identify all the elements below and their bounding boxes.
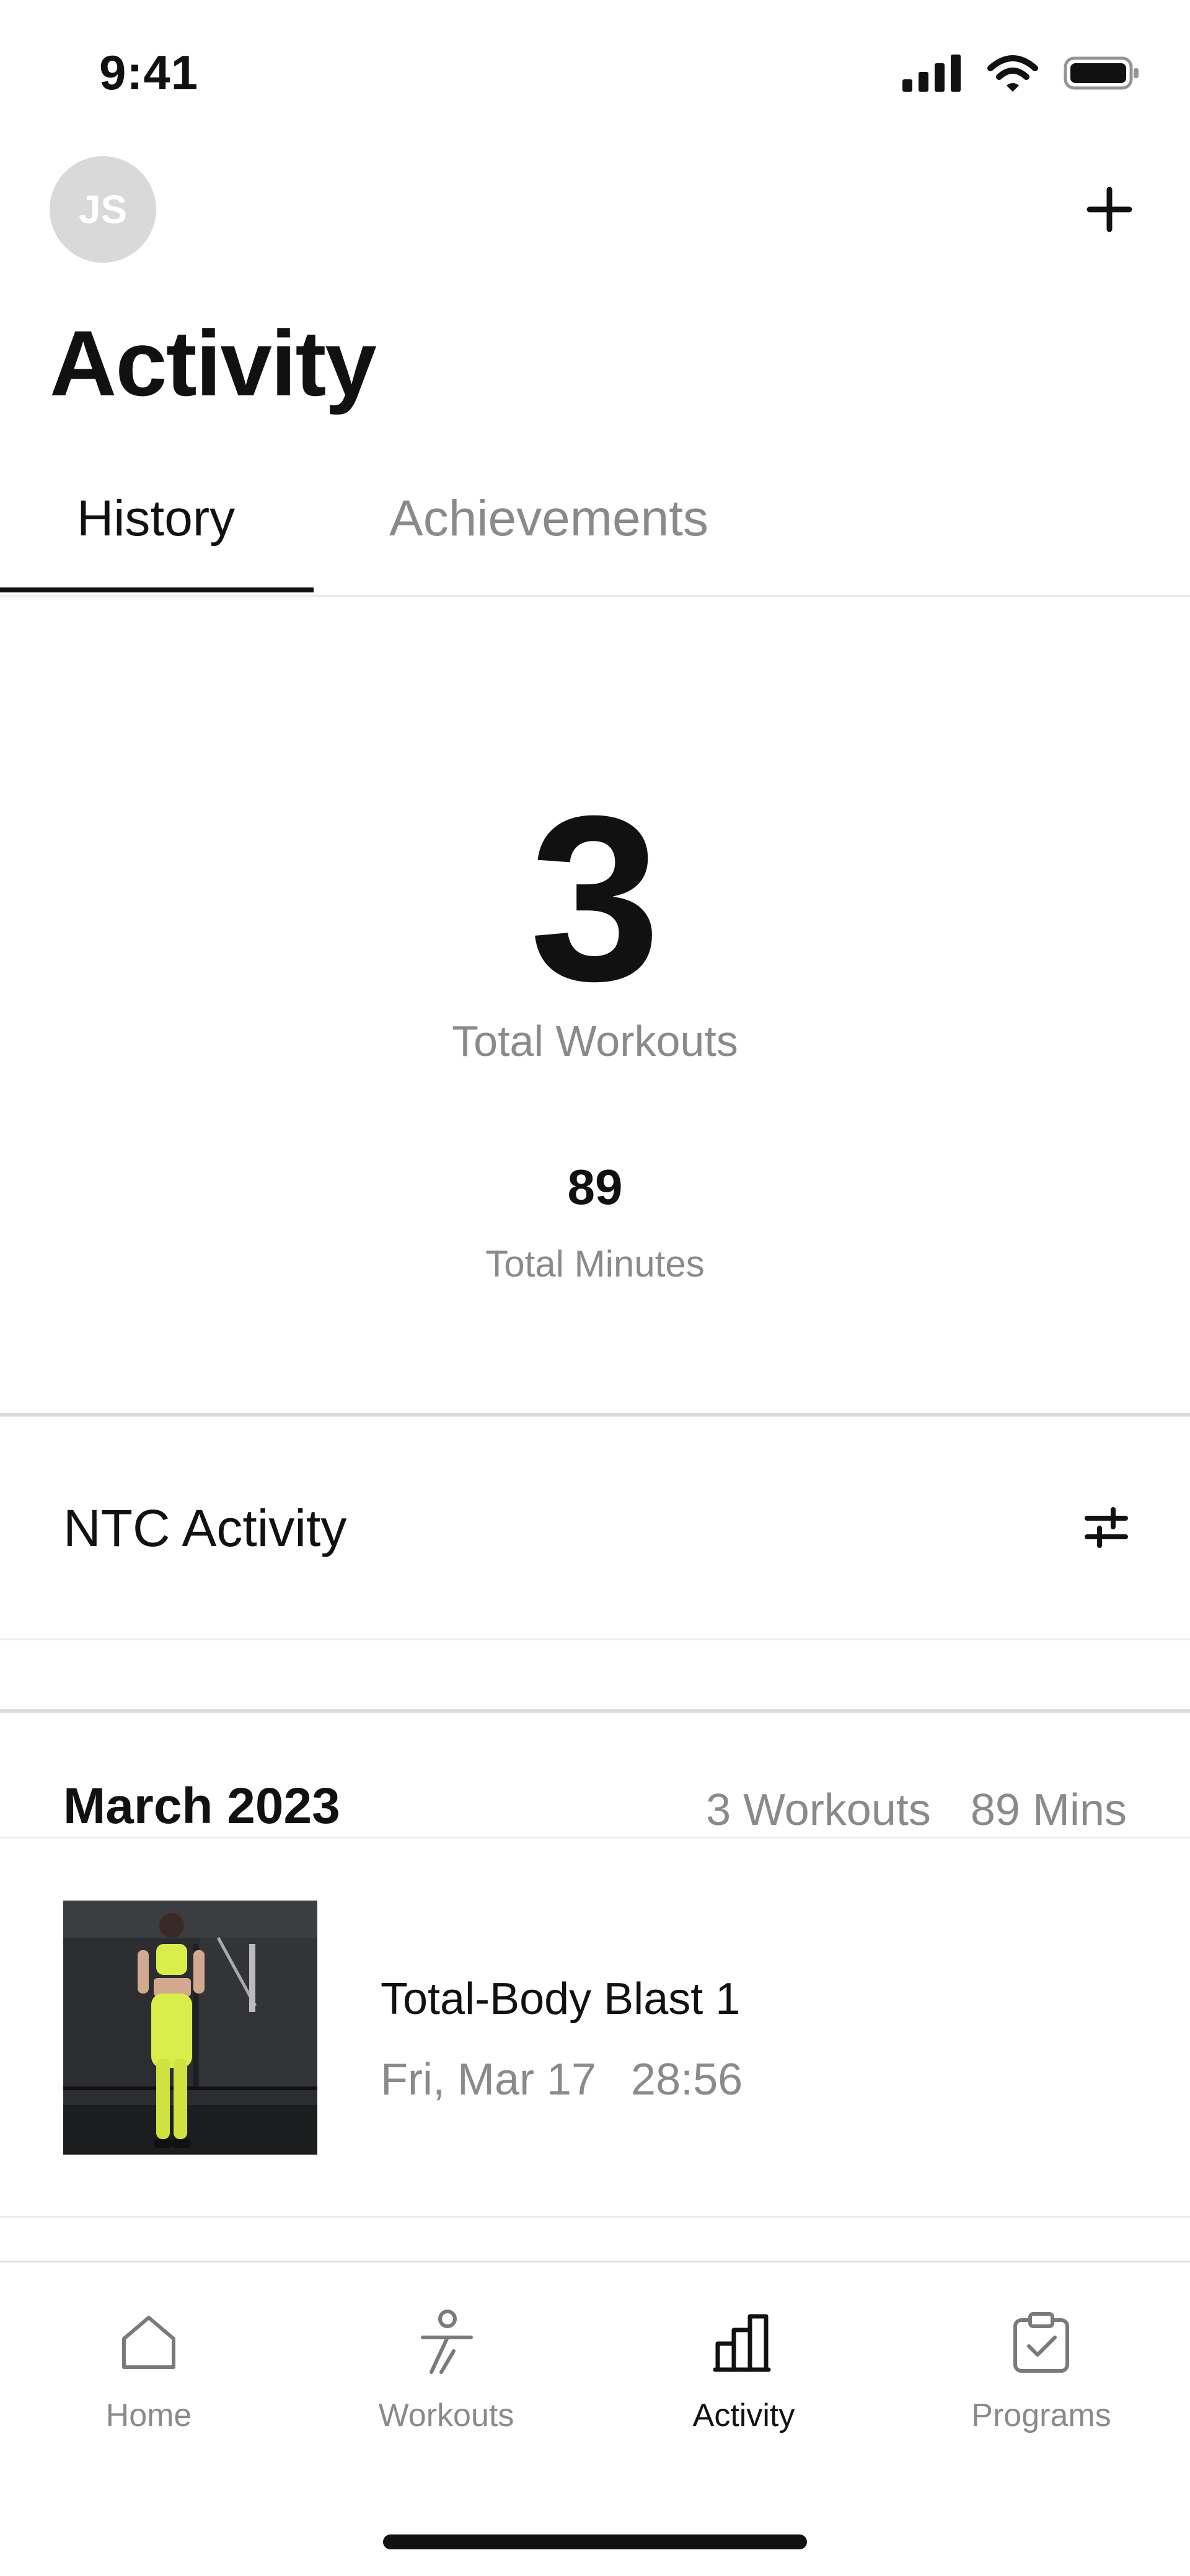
active-tab-indicator bbox=[0, 587, 314, 592]
list-section-divider bbox=[0, 1709, 1190, 1713]
tab-bar-divider bbox=[0, 2261, 1190, 2262]
workout-thumbnail bbox=[63, 1901, 317, 2155]
section-divider bbox=[0, 1413, 1190, 1417]
runner-icon bbox=[421, 2310, 473, 2374]
month-minutes-total: 89 Mins bbox=[970, 1785, 1127, 1835]
tab-history[interactable]: History bbox=[77, 490, 235, 548]
tabs-divider bbox=[0, 595, 1190, 597]
nav-item-activity[interactable]: Activity bbox=[595, 2305, 892, 2434]
add-button[interactable] bbox=[1078, 178, 1140, 240]
workout-date: Fri, Mar 17 bbox=[381, 2055, 597, 2104]
workout-duration: 28:56 bbox=[631, 2055, 743, 2104]
status-time: 9:41 bbox=[99, 45, 199, 100]
home-indicator[interactable] bbox=[383, 2534, 807, 2549]
status-icons bbox=[902, 55, 1140, 92]
wifi-icon bbox=[987, 55, 1038, 92]
page-title: Activity bbox=[50, 311, 377, 415]
avatar[interactable]: JS bbox=[50, 156, 156, 263]
sliders-icon bbox=[1085, 1507, 1128, 1548]
nav-label-home: Home bbox=[105, 2398, 192, 2433]
workout-name: Total-Body Blast 1 bbox=[381, 1974, 741, 2024]
bar-chart-icon bbox=[713, 2314, 771, 2372]
list-divider bbox=[0, 2216, 1190, 2218]
filter-button[interactable] bbox=[1078, 1500, 1134, 1555]
nav-item-programs[interactable]: Programs bbox=[892, 2305, 1190, 2434]
total-workouts-label: Total Workouts bbox=[452, 1017, 738, 1065]
month-title: March 2023 bbox=[63, 1778, 340, 1834]
nav-item-home[interactable]: Home bbox=[0, 2305, 298, 2434]
month-workouts-count: 3 Workouts bbox=[706, 1785, 931, 1835]
clipboard-check-icon bbox=[1013, 2312, 1069, 2373]
plus-icon bbox=[1086, 187, 1132, 232]
ntc-divider bbox=[0, 1638, 1190, 1640]
nav-label-workouts: Workouts bbox=[378, 2398, 514, 2433]
cellular-signal-icon bbox=[902, 55, 961, 92]
nav-label-activity: Activity bbox=[692, 2398, 795, 2433]
battery-icon bbox=[1064, 56, 1139, 90]
total-workouts-value: 3 bbox=[529, 767, 661, 1030]
tab-achievements[interactable]: Achievements bbox=[389, 490, 708, 548]
workout-meta: Fri, Mar 17 28:56 bbox=[381, 2054, 743, 2105]
total-minutes-label: Total Minutes bbox=[485, 1243, 705, 1285]
nav-label-programs: Programs bbox=[971, 2398, 1111, 2433]
month-stats: 3 Workouts 89 Mins bbox=[706, 1785, 1127, 1835]
home-icon bbox=[122, 2316, 175, 2369]
total-minutes-value: 89 bbox=[567, 1159, 623, 1215]
ntc-activity-title: NTC Activity bbox=[63, 1499, 347, 1557]
nav-item-workouts[interactable]: Workouts bbox=[298, 2305, 595, 2434]
